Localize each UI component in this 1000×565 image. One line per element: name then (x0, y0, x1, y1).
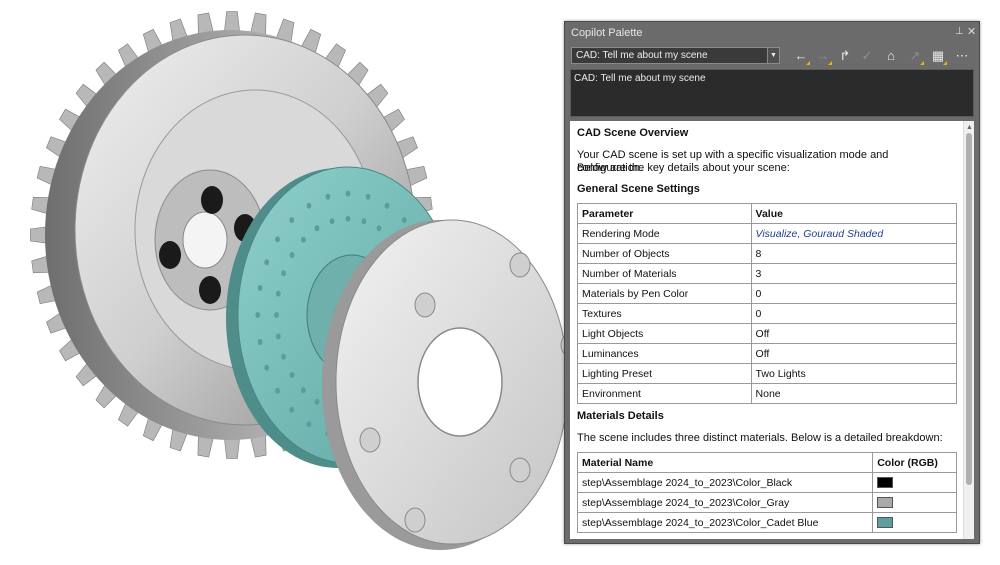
table-row: Lighting Preset Two Lights (577, 363, 958, 384)
table-row: Environment None (577, 383, 958, 404)
back-arrow-icon[interactable]: ← (792, 48, 810, 65)
material-name-cell: step\Assemblage 2024_to_2023\Color_Gray (576, 492, 874, 513)
value-cell: 3 (750, 263, 958, 284)
pin-icon[interactable]: ⊥ (955, 26, 964, 37)
table-row: Luminances Off (577, 343, 958, 364)
param-cell: Rendering Mode (577, 223, 752, 244)
prompt-input[interactable]: CAD: Tell me about my scene (570, 69, 974, 117)
checkmark-icon[interactable]: ✓ (858, 48, 876, 64)
table-row: Rendering Mode Visualize, Gouraud Shaded (577, 223, 958, 244)
param-cell: Textures (577, 303, 752, 324)
materials-heading: Materials Details (577, 410, 664, 422)
gray-flange (322, 219, 580, 550)
chevron-down-icon[interactable]: ▼ (767, 48, 779, 63)
home-icon[interactable]: ⌂ (882, 48, 900, 64)
pointer-icon[interactable]: ↗ (906, 48, 924, 65)
value-cell: 0 (750, 283, 958, 304)
copilot-palette: Copilot Palette ⊥ ✕ CAD: Tell me about m… (564, 21, 980, 544)
value-cell: Visualize, Gouraud Shaded (750, 223, 958, 244)
param-cell: Number of Materials (577, 263, 752, 284)
color-cell (872, 512, 957, 533)
table-header-row: Material Name Color (RGB) (576, 452, 957, 473)
param-cell: Number of Objects (577, 243, 752, 264)
palette-toolbar: CAD: Tell me about my scene ▼ ← → ↱ ✓ ⌂ … (565, 44, 979, 68)
param-cell: Materials by Pen Color (577, 283, 752, 304)
intro-line-2: Below are the key details about your sce… (577, 162, 790, 174)
palette-title-bar[interactable]: Copilot Palette ⊥ ✕ (565, 22, 979, 44)
value-cell: Two Lights (750, 363, 958, 384)
scroll-up-icon[interactable]: ▲ (966, 124, 973, 131)
material-name-cell: step\Assemblage 2024_to_2023\Color_Black (576, 472, 874, 493)
header-parameter: Parameter (577, 203, 752, 224)
param-cell: Environment (577, 383, 752, 404)
general-settings-heading: General Scene Settings (577, 183, 700, 195)
material-name-cell: step\Assemblage 2024_to_2023\Color_Cadet… (576, 512, 874, 533)
header-material-name: Material Name (576, 452, 874, 473)
value-cell: 0 (750, 303, 958, 324)
table-row: Textures 0 (577, 303, 958, 324)
scrollbar[interactable]: ▲ (963, 121, 974, 539)
more-icon[interactable]: ⋯ (953, 48, 971, 64)
palette-title: Copilot Palette (571, 27, 643, 39)
materials-table: Material Name Color (RGB) step\Assemblag… (576, 452, 957, 533)
param-cell: Light Objects (577, 323, 752, 344)
close-icon[interactable]: ✕ (967, 25, 976, 38)
materials-intro: The scene includes three distinct materi… (577, 432, 943, 444)
header-value: Value (750, 203, 958, 224)
table-row: step\Assemblage 2024_to_2023\Color_Gray (576, 492, 957, 513)
param-cell: Luminances (577, 343, 752, 364)
prompt-input-text: CAD: Tell me about my scene (574, 73, 706, 84)
table-row: step\Assemblage 2024_to_2023\Color_Cadet… (576, 512, 957, 533)
value-cell: 8 (750, 243, 958, 264)
table-row: Number of Objects 8 (577, 243, 958, 264)
table-row: Number of Materials 3 (577, 263, 958, 284)
scrollbar-thumb[interactable] (966, 133, 972, 485)
share-icon[interactable]: ↱ (836, 48, 854, 64)
table-row: Materials by Pen Color 0 (577, 283, 958, 304)
value-cell: Off (750, 323, 958, 344)
table-header-row: Parameter Value (577, 203, 958, 224)
general-settings-table: Parameter Value Rendering Mode Visualize… (577, 203, 958, 404)
response-heading: CAD Scene Overview (577, 127, 689, 139)
header-color: Color (RGB) (872, 452, 957, 473)
value-cell: Off (750, 343, 958, 364)
forward-arrow-icon[interactable]: → (814, 48, 832, 65)
prompt-dropdown-value: CAD: Tell me about my scene (576, 50, 708, 61)
param-cell: Lighting Preset (577, 363, 752, 384)
color-cell (872, 472, 957, 493)
table-row: Light Objects Off (577, 323, 958, 344)
color-cell (872, 492, 957, 513)
value-cell: None (750, 383, 958, 404)
color-swatch (877, 477, 894, 489)
color-swatch (877, 497, 894, 509)
color-swatch (877, 517, 894, 529)
layout-icon[interactable]: ▦ (929, 48, 947, 65)
response-panel: CAD Scene Overview Your CAD scene is set… (570, 121, 974, 539)
prompt-dropdown[interactable]: CAD: Tell me about my scene ▼ (571, 47, 780, 64)
table-row: step\Assemblage 2024_to_2023\Color_Black (576, 472, 957, 493)
